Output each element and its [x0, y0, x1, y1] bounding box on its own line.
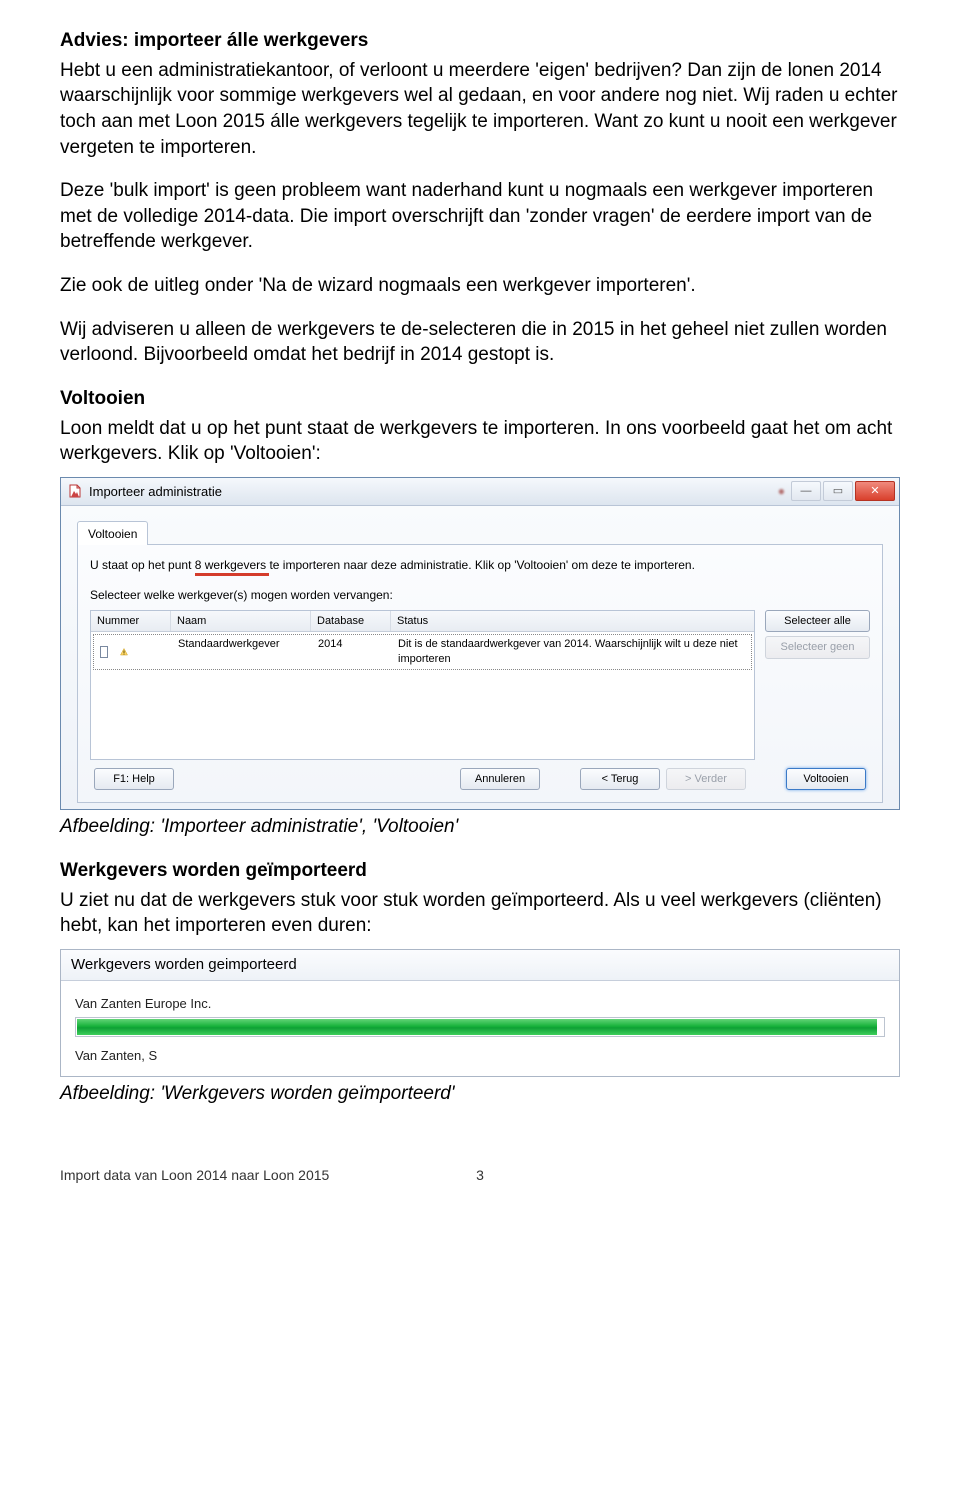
- import-dialog: Importeer administratie ● — ▭ ✕ Voltooie…: [60, 477, 900, 810]
- dialog-title: Importeer administratie: [89, 483, 772, 501]
- heading-voltooien: Voltooien: [60, 386, 900, 412]
- instr-highlight: 8 werkgevers: [195, 558, 270, 576]
- employer-list[interactable]: Nummer Naam Database Status Standaardwer…: [90, 610, 755, 760]
- para-4: Wij adviseren u alleen de werkgevers te …: [60, 317, 900, 368]
- progress-dialog: Werkgevers worden geimporteerd Van Zante…: [60, 949, 900, 1077]
- heading-importing: Werkgevers worden geïmporteerd: [60, 858, 900, 884]
- replace-subheader: Selecteer welke werkgever(s) mogen worde…: [90, 587, 870, 603]
- tab-voltooien[interactable]: Voltooien: [77, 521, 148, 545]
- cell-status: Dit is de standaardwerkgever van 2014. W…: [392, 635, 751, 669]
- select-none-button: Selecteer geen: [765, 636, 870, 659]
- instruction-line: U staat op het punt 8 werkgevers te impo…: [90, 557, 870, 573]
- list-header: Nummer Naam Database Status: [91, 611, 754, 633]
- cell-name: Standaardwerkgever: [172, 635, 312, 669]
- progress-title: Werkgevers worden geimporteerd: [61, 950, 899, 981]
- caption-2: Afbeelding: 'Werkgevers worden geïmporte…: [60, 1081, 900, 1107]
- dialog-titlebar: Importeer administratie ● — ▭ ✕: [61, 478, 899, 506]
- table-row[interactable]: Standaardwerkgever 2014 Dit is de standa…: [93, 634, 752, 670]
- cell-db: 2014: [312, 635, 392, 669]
- progress-label-1: Van Zanten Europe Inc.: [75, 995, 885, 1013]
- app-icon: [67, 483, 83, 499]
- maximize-button[interactable]: ▭: [823, 481, 853, 501]
- finish-button[interactable]: Voltooien: [786, 768, 866, 791]
- next-button: > Verder: [666, 768, 746, 791]
- col-naam[interactable]: Naam: [171, 611, 311, 632]
- para-3: Zie ook de uitleg onder 'Na de wizard no…: [60, 273, 900, 299]
- wizard-panel: U staat op het punt 8 werkgevers te impo…: [77, 544, 883, 803]
- cancel-button[interactable]: Annuleren: [460, 768, 540, 791]
- minimize-button[interactable]: —: [791, 481, 821, 501]
- progress-label-2: Van Zanten, S: [75, 1047, 885, 1065]
- heading-advies: Advies: importeer álle werkgevers: [60, 28, 900, 54]
- para-5: Loon meldt dat u op het punt staat de we…: [60, 416, 900, 467]
- para-6: U ziet nu dat de werkgevers stuk voor st…: [60, 888, 900, 939]
- row-checkbox[interactable]: [100, 646, 108, 658]
- instr-post: te importeren naar deze administratie. K…: [269, 558, 694, 572]
- blurred-bg: ●: [778, 483, 785, 499]
- progress-bar: [75, 1017, 885, 1037]
- col-nummer[interactable]: Nummer: [91, 611, 171, 632]
- para-1: Hebt u een administratiekantoor, of verl…: [60, 58, 900, 161]
- page-footer: Import data van Loon 2014 naar Loon 2015…: [0, 1147, 960, 1213]
- select-all-button[interactable]: Selecteer alle: [765, 610, 870, 633]
- instr-pre: U staat op het punt: [90, 558, 195, 572]
- warning-icon: [114, 635, 134, 669]
- footer-doc-title: Import data van Loon 2014 naar Loon 2015: [60, 1167, 456, 1183]
- footer-page-number: 3: [476, 1167, 484, 1183]
- col-status[interactable]: Status: [391, 611, 754, 632]
- para-2: Deze 'bulk import' is geen probleem want…: [60, 178, 900, 255]
- col-database[interactable]: Database: [311, 611, 391, 632]
- back-button[interactable]: < Terug: [580, 768, 660, 791]
- help-button[interactable]: F1: Help: [94, 768, 174, 791]
- close-button[interactable]: ✕: [855, 481, 895, 501]
- caption-1: Afbeelding: 'Importeer administratie', '…: [60, 814, 900, 840]
